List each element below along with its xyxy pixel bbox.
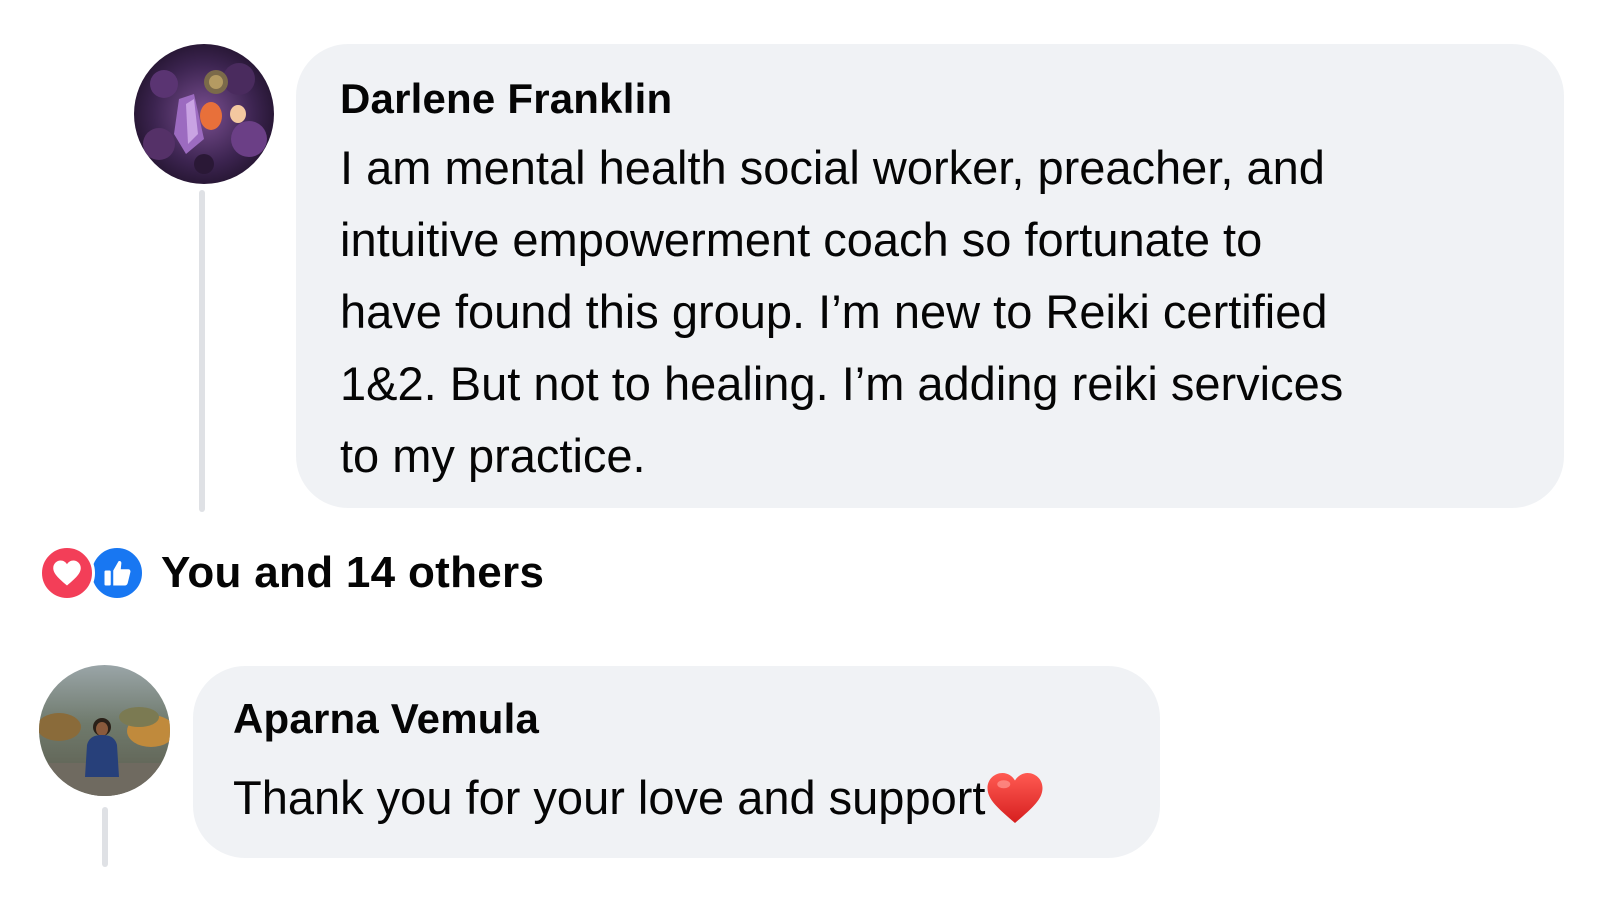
- reactions-row[interactable]: You and 14 others: [39, 545, 544, 601]
- person-outdoors-avatar-icon: [39, 665, 170, 796]
- comment-author-name[interactable]: Aparna Vemula: [233, 694, 1120, 744]
- comment-author-name[interactable]: Darlene Franklin: [340, 74, 1524, 124]
- thread-connector-line: [199, 190, 205, 512]
- comment-text-content: Thank you for your love and support: [233, 771, 986, 824]
- aparna-vemula-avatar[interactable]: [39, 665, 170, 796]
- red-heart-emoji-icon: [987, 773, 1043, 823]
- darlene-franklin-avatar[interactable]: [134, 44, 274, 184]
- comment-bubble: Darlene Franklin I am mental health soci…: [296, 44, 1564, 508]
- reaction-icons: [39, 545, 147, 601]
- comment-text: Thank you for your love and support: [233, 769, 1120, 827]
- like-icon: [89, 545, 145, 601]
- reaction-summary-text[interactable]: You and 14 others: [161, 545, 544, 601]
- thread-connector-line: [102, 807, 108, 867]
- amethyst-crystal-avatar-icon: [134, 44, 274, 184]
- comment-text: I am mental health social worker, preach…: [340, 141, 1344, 482]
- love-icon: [39, 545, 95, 601]
- comment-bubble: Aparna Vemula Thank you for your love an…: [193, 666, 1160, 858]
